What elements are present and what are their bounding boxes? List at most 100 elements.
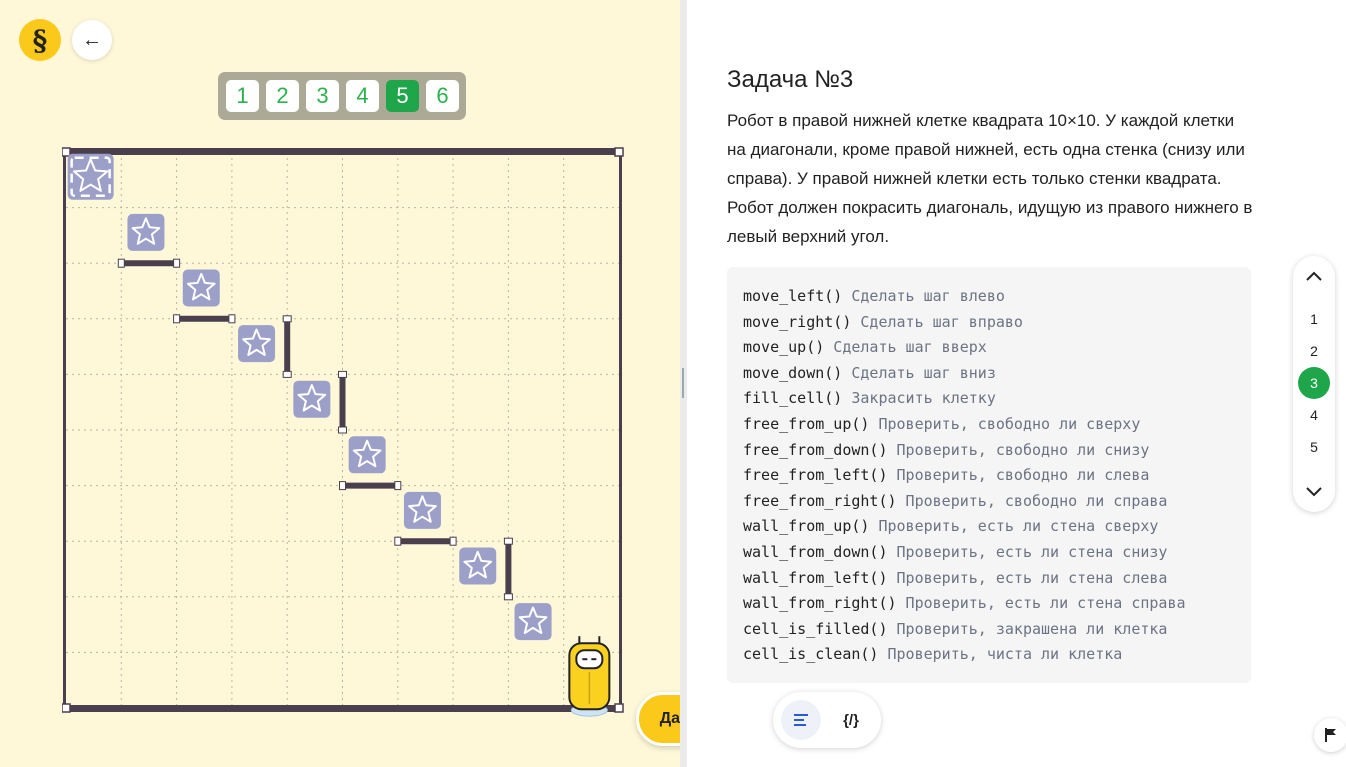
level-tab-5[interactable]: 5 bbox=[386, 80, 419, 112]
chevron-up-icon bbox=[1306, 271, 1322, 281]
logo-icon[interactable]: § bbox=[19, 19, 61, 61]
text-mode-button[interactable] bbox=[781, 700, 821, 740]
command-function: free_from_left() bbox=[743, 466, 888, 485]
command-description: Сделать шаг вверх bbox=[824, 338, 987, 357]
command-description: Проверить, свободно ли слева bbox=[887, 466, 1150, 485]
command-description: Закрасить клетку bbox=[842, 389, 996, 408]
level-tabs: 123456 bbox=[218, 72, 466, 120]
command-description: Проверить, свободно ли сверху bbox=[869, 414, 1141, 433]
command-function: free_from_down() bbox=[743, 440, 888, 459]
inner-wall bbox=[175, 315, 233, 322]
wall-corner bbox=[62, 703, 71, 713]
wall-end bbox=[282, 315, 292, 323]
command-description: Проверить, чиста ли клетка bbox=[878, 645, 1123, 664]
command-function: wall_from_right() bbox=[743, 594, 897, 613]
nav-up-button[interactable] bbox=[1293, 258, 1335, 294]
level-tab-4[interactable]: 4 bbox=[346, 80, 379, 112]
command-line: free_from_left() Проверить, свободно ли … bbox=[743, 463, 1235, 489]
inner-wall bbox=[396, 538, 455, 545]
command-function: wall_from_up() bbox=[743, 517, 870, 536]
level-tab-1[interactable]: 1 bbox=[226, 80, 259, 112]
command-line: cell_is_filled() Проверить, закрашена ли… bbox=[743, 617, 1235, 643]
wall-end bbox=[228, 314, 236, 324]
report-flag-button[interactable] bbox=[1314, 718, 1346, 752]
command-description: Сделать шаг влево bbox=[842, 287, 1005, 305]
task-pane: Задача №3 Робот в правой нижней клетке к… bbox=[687, 0, 1346, 767]
level-tab-6[interactable]: 6 bbox=[426, 80, 459, 112]
task-nav-item-1[interactable]: 1 bbox=[1298, 303, 1330, 335]
outer-wall-top bbox=[64, 148, 621, 155]
command-line: move_up() Сделать шаг вверх bbox=[743, 335, 1235, 361]
command-function: move_down() bbox=[743, 363, 843, 382]
code-braces-icon: {/} bbox=[843, 711, 859, 729]
command-description: Проверить, свободно ли справа bbox=[896, 491, 1168, 510]
task-nav-item-3[interactable]: 3 bbox=[1298, 367, 1330, 399]
command-description: Сделать шаг вправо bbox=[851, 312, 1023, 331]
inner-wall bbox=[120, 260, 178, 267]
wall-end bbox=[173, 258, 181, 268]
wall-corner bbox=[614, 703, 624, 713]
outer-wall-left bbox=[63, 150, 66, 710]
inner-wall bbox=[339, 373, 346, 431]
outer-wall-bottom bbox=[64, 705, 621, 712]
command-line: wall_from_right() Проверить, есть ли сте… bbox=[743, 591, 1235, 617]
command-line: wall_from_left() Проверить, есть ли стен… bbox=[743, 566, 1235, 592]
command-description: Сделать шаг вниз bbox=[842, 363, 996, 382]
command-function: wall_from_left() bbox=[743, 568, 888, 587]
arrow-left-icon: ← bbox=[82, 28, 102, 51]
task-navigator: 12345 bbox=[1293, 256, 1335, 512]
command-line: move_left() Сделать шаг влево bbox=[743, 284, 1235, 310]
robot-face bbox=[575, 649, 604, 670]
wall-end bbox=[339, 481, 346, 491]
task-nav-item-5[interactable]: 5 bbox=[1298, 431, 1330, 463]
wall-end bbox=[394, 536, 402, 546]
wall-end bbox=[338, 370, 347, 378]
wall-end bbox=[338, 426, 347, 434]
command-line: free_from_up() Проверить, свободно ли св… bbox=[743, 412, 1235, 438]
command-line: wall_from_up() Проверить, есть ли стена … bbox=[743, 514, 1235, 540]
command-function: move_right() bbox=[743, 312, 852, 331]
level-tab-2[interactable]: 2 bbox=[266, 80, 299, 112]
inner-wall bbox=[284, 317, 291, 376]
wall-end bbox=[173, 314, 181, 324]
wall-end bbox=[503, 593, 513, 601]
task-nav-item-2[interactable]: 2 bbox=[1298, 335, 1330, 367]
command-line: cell_is_clean() Проверить, чиста ли клет… bbox=[743, 642, 1235, 668]
command-description: Проверить, свободно ли снизу bbox=[887, 440, 1150, 459]
command-line: move_down() Сделать шаг вниз bbox=[743, 361, 1235, 387]
command-function: move_up() bbox=[743, 338, 825, 357]
text-lines-icon bbox=[794, 714, 808, 726]
wall-end bbox=[394, 481, 402, 491]
wall-end bbox=[282, 370, 292, 378]
code-mode-button[interactable]: {/} bbox=[831, 700, 871, 740]
back-button[interactable]: ← bbox=[72, 20, 112, 60]
command-function: fill_cell() bbox=[743, 389, 843, 408]
command-description: Проверить, есть ли стена слева bbox=[887, 568, 1168, 587]
command-function: free_from_up() bbox=[743, 414, 870, 433]
command-description: Проверить, есть ли стена снизу bbox=[887, 542, 1168, 561]
task-title: Задача №3 bbox=[727, 66, 854, 93]
command-function: free_from_right() bbox=[743, 491, 897, 510]
command-description: Проверить, закрашена ли клетка bbox=[887, 619, 1168, 638]
editor-mode-toggle: {/} bbox=[773, 692, 881, 748]
command-function: wall_from_down() bbox=[743, 542, 888, 561]
wall-end bbox=[503, 537, 513, 545]
command-function: move_left() bbox=[743, 287, 843, 305]
command-function: cell_is_filled() bbox=[743, 619, 888, 638]
world-pane: § ← 123456 Дальше bbox=[0, 0, 746, 767]
task-description: Робот в правой нижней клетке квадрата 10… bbox=[727, 111, 1253, 246]
robot-world-board bbox=[62, 146, 624, 718]
chevron-down-icon bbox=[1306, 487, 1322, 497]
command-line: wall_from_down() Проверить, есть ли стен… bbox=[743, 540, 1235, 566]
wall-end bbox=[449, 536, 457, 546]
level-tab-3[interactable]: 3 bbox=[306, 80, 339, 112]
task-nav-item-4[interactable]: 4 bbox=[1298, 399, 1330, 431]
wall-corner bbox=[62, 147, 71, 157]
command-description: Проверить, есть ли стена сверху bbox=[869, 517, 1159, 536]
divider-handle[interactable] bbox=[682, 368, 684, 398]
wall-corner bbox=[614, 147, 624, 157]
command-reference: move_left() Сделать шаг влево move_right(… bbox=[727, 267, 1251, 683]
command-description: Проверить, есть ли стена справа bbox=[896, 594, 1186, 613]
command-line: move_right() Сделать шаг вправо bbox=[743, 310, 1235, 336]
nav-down-button[interactable] bbox=[1293, 474, 1335, 510]
